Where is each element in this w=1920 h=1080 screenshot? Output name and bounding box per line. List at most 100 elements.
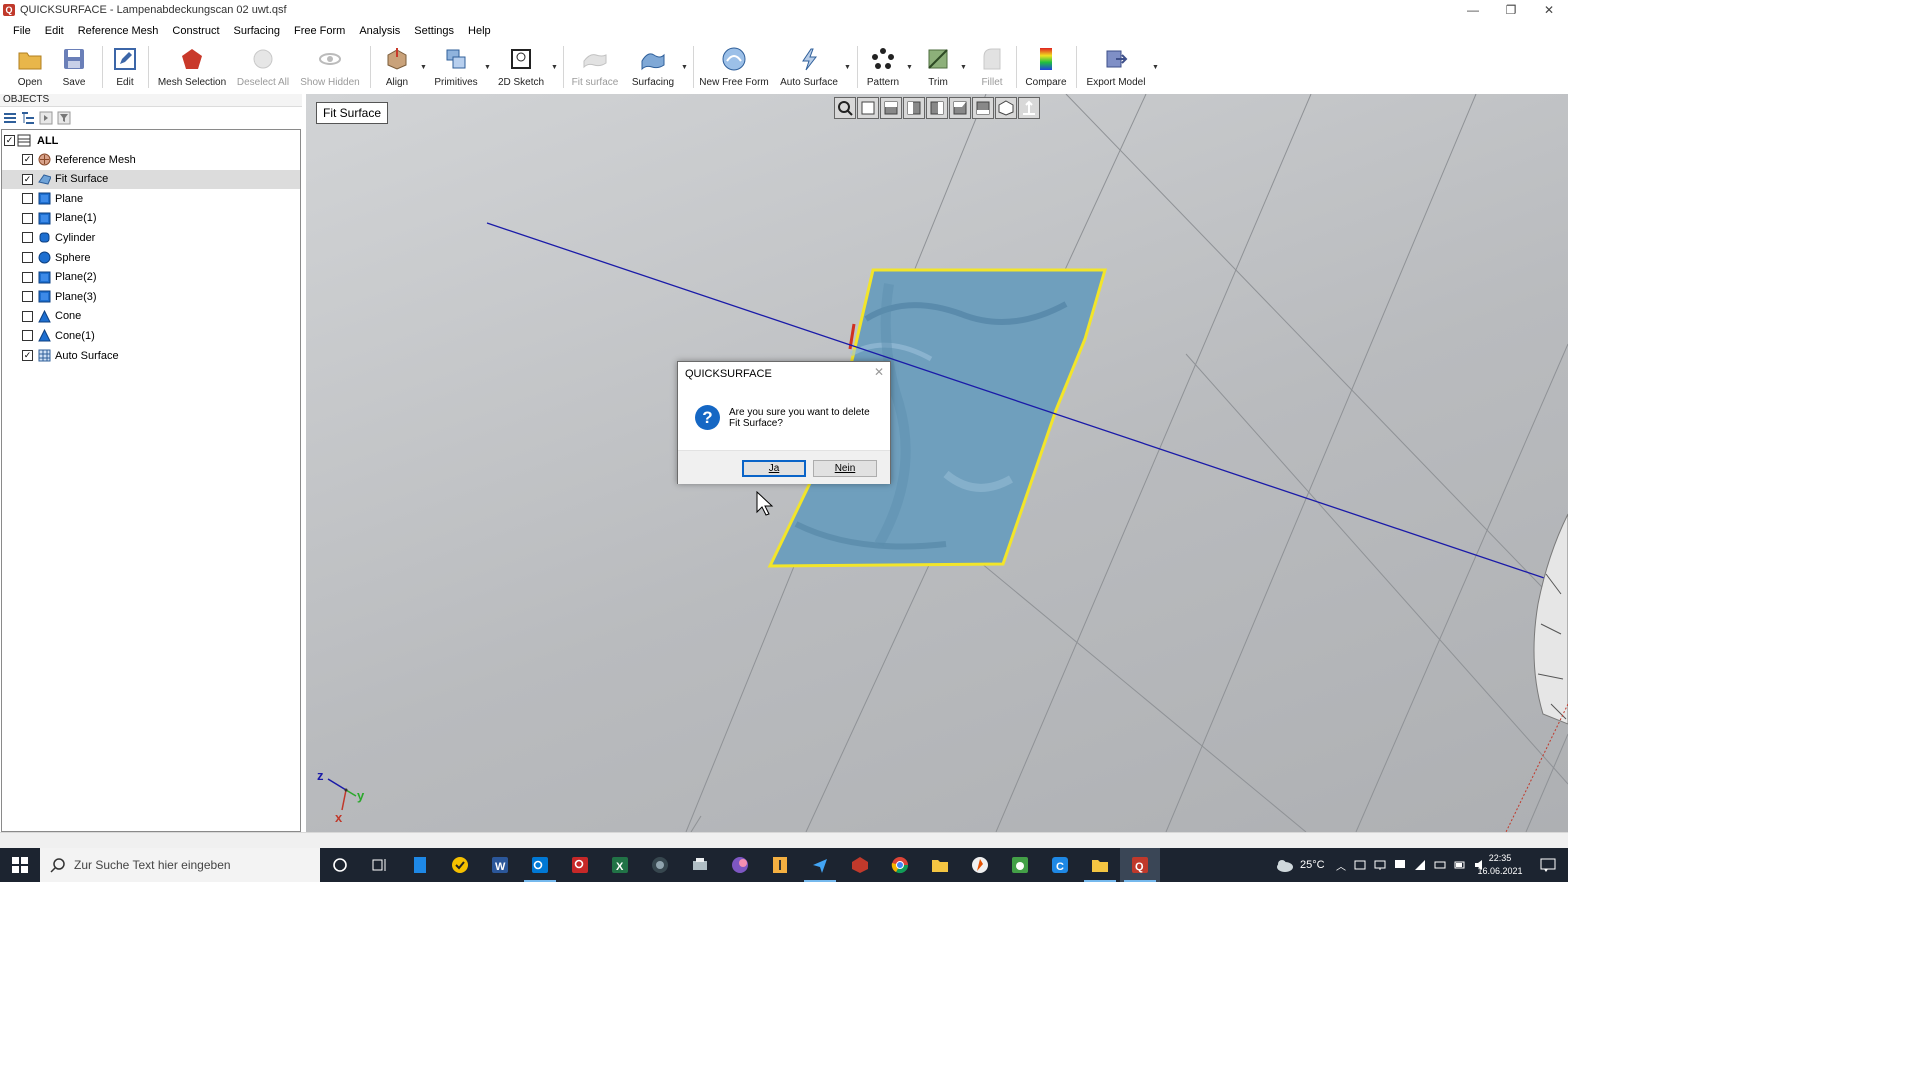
word-icon[interactable]: W bbox=[480, 848, 520, 882]
view-axes-icon[interactable] bbox=[1018, 97, 1040, 119]
tree-item[interactable]: ✓ Reference Mesh bbox=[2, 150, 300, 169]
tree-item[interactable]: ✓ Fit Surface bbox=[2, 169, 300, 189]
remote-app-icon[interactable] bbox=[800, 848, 840, 882]
menu-reference-mesh[interactable]: Reference Mesh bbox=[71, 25, 166, 37]
weather-widget[interactable]: 25°C bbox=[1274, 848, 1325, 882]
graphics-app-icon[interactable] bbox=[720, 848, 760, 882]
menu-file[interactable]: File bbox=[6, 25, 38, 37]
device-icon[interactable] bbox=[1354, 859, 1366, 871]
3d-viewport[interactable]: z y x Fit Surface bbox=[306, 94, 1568, 832]
chevron-up-icon[interactable]: ︿ bbox=[1336, 858, 1346, 873]
visibility-checkbox[interactable]: ✓ bbox=[22, 350, 33, 361]
no-button[interactable]: Nein bbox=[813, 460, 877, 477]
task-view-icon[interactable] bbox=[360, 848, 400, 882]
all-checkbox[interactable]: ✓ bbox=[4, 135, 15, 146]
view-left-icon[interactable] bbox=[903, 97, 925, 119]
menu-free-form[interactable]: Free Form bbox=[287, 25, 352, 37]
visibility-checkbox[interactable] bbox=[22, 330, 33, 342]
visibility-checkbox[interactable] bbox=[22, 271, 33, 283]
deselect-all-button[interactable]: Deselect All bbox=[236, 46, 290, 90]
sketch-dropdown-icon[interactable]: ▼ bbox=[551, 64, 558, 71]
open-button[interactable]: Open bbox=[14, 46, 46, 90]
trim-button[interactable]: Trim bbox=[924, 46, 952, 90]
menu-help[interactable]: Help bbox=[461, 25, 498, 37]
tree-item[interactable]: Plane(3) bbox=[2, 287, 300, 306]
visibility-checkbox[interactable]: ✓ bbox=[22, 154, 33, 165]
cortana-icon[interactable] bbox=[320, 848, 360, 882]
zoom-fit-icon[interactable] bbox=[834, 97, 856, 119]
dialog-close-button[interactable]: ✕ bbox=[874, 365, 884, 379]
cloud-app-icon[interactable]: C bbox=[1040, 848, 1080, 882]
visibility-checkbox[interactable] bbox=[22, 252, 33, 263]
visibility-checkbox[interactable] bbox=[22, 291, 33, 303]
tree-item[interactable]: Plane bbox=[2, 189, 300, 208]
display-icon[interactable] bbox=[1374, 859, 1386, 871]
yes-button[interactable]: Ja bbox=[742, 460, 806, 477]
taskbar-clock[interactable]: 22:35 16.06.2021 bbox=[1476, 852, 1524, 878]
outlook-icon[interactable] bbox=[520, 848, 560, 882]
primitives-button[interactable]: Primitives bbox=[434, 46, 478, 90]
menu-settings[interactable]: Settings bbox=[407, 25, 461, 37]
align-dropdown-icon[interactable]: ▼ bbox=[420, 64, 427, 71]
2d-sketch-button[interactable]: 2D Sketch bbox=[498, 46, 544, 90]
save-button[interactable]: Save bbox=[58, 46, 90, 90]
filter-icon[interactable] bbox=[56, 111, 71, 126]
chrome-icon[interactable] bbox=[880, 848, 920, 882]
auto-surface-button[interactable]: Auto Surface bbox=[778, 46, 840, 90]
view-iso-icon[interactable] bbox=[995, 97, 1017, 119]
monitor-icon[interactable] bbox=[1394, 859, 1406, 871]
export-model-button[interactable]: Export Model bbox=[1084, 46, 1148, 90]
primitives-dropdown-icon[interactable]: ▼ bbox=[484, 64, 491, 71]
file-explorer-icon[interactable] bbox=[920, 848, 960, 882]
todo-app-icon[interactable] bbox=[440, 848, 480, 882]
pattern-dropdown-icon[interactable]: ▼ bbox=[906, 64, 913, 71]
view-right-icon[interactable] bbox=[926, 97, 948, 119]
tree-item[interactable]: ✓ Auto Surface bbox=[2, 346, 300, 365]
view-back-icon[interactable] bbox=[880, 97, 902, 119]
search-app-icon[interactable] bbox=[560, 848, 600, 882]
show-hidden-button[interactable]: Show Hidden bbox=[300, 46, 360, 90]
export-dropdown-icon[interactable]: ▼ bbox=[1152, 64, 1159, 71]
notes-app-icon[interactable] bbox=[400, 848, 440, 882]
tree-item[interactable]: Plane(1) bbox=[2, 209, 300, 228]
surfacing-dropdown-icon[interactable]: ▼ bbox=[681, 64, 688, 71]
new-free-form-button[interactable]: New Free Form bbox=[699, 46, 769, 90]
view-bottom-icon[interactable] bbox=[972, 97, 994, 119]
menu-surfacing[interactable]: Surfacing bbox=[227, 25, 287, 37]
surfacing-button[interactable]: Surfacing bbox=[630, 46, 676, 90]
android-app-icon[interactable] bbox=[1000, 848, 1040, 882]
view-top-icon[interactable] bbox=[949, 97, 971, 119]
cad-app-icon[interactable] bbox=[840, 848, 880, 882]
visibility-checkbox[interactable]: ✓ bbox=[22, 173, 33, 185]
taskbar-search-input[interactable]: Zur Suche Text hier eingeben bbox=[40, 848, 320, 882]
scanner-app-icon[interactable] bbox=[640, 848, 680, 882]
close-window-button[interactable]: ✕ bbox=[1530, 0, 1568, 20]
tree-item[interactable]: Cone bbox=[2, 307, 300, 326]
minimize-button[interactable]: — bbox=[1454, 0, 1492, 20]
notification-center-icon[interactable] bbox=[1528, 848, 1568, 882]
network-icon[interactable] bbox=[1414, 859, 1426, 871]
expand-icon[interactable] bbox=[38, 111, 53, 126]
excel-icon[interactable]: X bbox=[600, 848, 640, 882]
start-button[interactable] bbox=[0, 848, 40, 882]
tree-row-all[interactable]: ✓ ALL bbox=[4, 131, 300, 150]
tree-item[interactable]: Cylinder bbox=[2, 228, 300, 247]
media-app-icon[interactable] bbox=[960, 848, 1000, 882]
restore-button[interactable]: ❐ bbox=[1492, 0, 1530, 20]
align-button[interactable]: Align bbox=[382, 46, 412, 90]
menu-edit[interactable]: Edit bbox=[38, 25, 71, 37]
fit-surface-button[interactable]: Fit surface bbox=[570, 46, 620, 90]
trim-dropdown-icon[interactable]: ▼ bbox=[960, 64, 967, 71]
visibility-checkbox[interactable] bbox=[22, 212, 33, 224]
visibility-checkbox[interactable] bbox=[22, 193, 33, 205]
edit-button[interactable]: Edit bbox=[110, 46, 140, 90]
mesh-selection-button[interactable]: Mesh Selection bbox=[158, 46, 226, 90]
fillet-button[interactable]: Fillet bbox=[978, 46, 1006, 90]
font-app-icon[interactable] bbox=[760, 848, 800, 882]
pattern-button[interactable]: Pattern bbox=[864, 46, 902, 90]
tree-item[interactable]: Plane(2) bbox=[2, 268, 300, 287]
quicksurface-taskbar-icon[interactable]: Q bbox=[1120, 848, 1160, 882]
visibility-checkbox[interactable] bbox=[22, 232, 33, 244]
printer-app-icon[interactable] bbox=[680, 848, 720, 882]
tree-view-icon[interactable] bbox=[20, 111, 35, 126]
